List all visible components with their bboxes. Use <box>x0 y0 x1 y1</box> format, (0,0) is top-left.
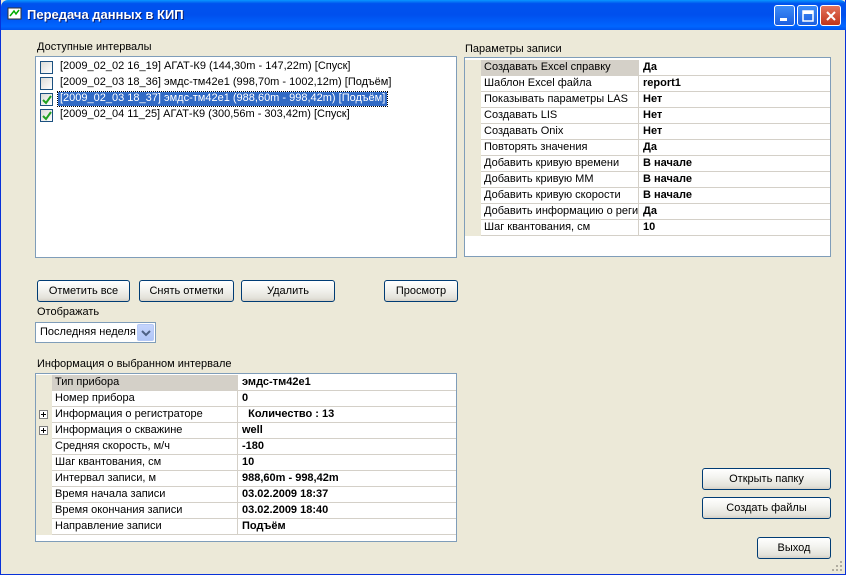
param-row[interactable]: Добавить информацию о реги Да <box>465 204 830 220</box>
info-row[interactable]: Шаг квантования, см 10 <box>36 455 456 471</box>
expand-icon[interactable] <box>39 426 48 435</box>
display-label: Отображать <box>37 306 100 318</box>
param-row[interactable]: Добавить кривую ММ В начале <box>465 172 830 188</box>
maximize-icon <box>802 10 814 22</box>
display-select[interactable]: Последняя неделя <box>35 322 156 343</box>
uncheck-button[interactable]: Снять отметки <box>139 280 234 302</box>
interval-checkbox[interactable] <box>40 61 53 74</box>
interval-item[interactable]: [2009_02_02 16_19] АГАТ-К9 (144,30m - 14… <box>37 59 455 75</box>
info-row[interactable]: Направление записи Подъём <box>36 519 456 535</box>
info-row[interactable]: Номер прибора 0 <box>36 391 456 407</box>
expand-icon[interactable] <box>39 410 48 419</box>
intervals-label: Доступные интервалы <box>37 41 152 53</box>
create-files-button[interactable]: Создать файлы <box>702 497 831 519</box>
record-params-label: Параметры записи <box>465 43 562 55</box>
param-row[interactable]: Создавать Onix Нет <box>465 124 830 140</box>
display-select-value: Последняя неделя <box>40 326 136 338</box>
info-row[interactable]: Средняя скорость, м/ч -180 <box>36 439 456 455</box>
interval-checkbox[interactable] <box>40 93 53 106</box>
dropdown-button[interactable] <box>137 324 154 341</box>
intervals-list[interactable]: [2009_02_02 16_19] АГАТ-К9 (144,30m - 14… <box>35 56 457 258</box>
interval-info-label: Информация о выбранном интервале <box>37 358 232 370</box>
close-icon <box>826 11 836 21</box>
interval-checkbox[interactable] <box>40 77 53 90</box>
info-row[interactable]: Информация о скважине well <box>36 423 456 439</box>
param-row[interactable]: Создавать LIS Нет <box>465 108 830 124</box>
interval-checkbox[interactable] <box>40 109 53 122</box>
info-row[interactable]: Тип прибора эмдс-тм42е1 <box>36 375 456 391</box>
param-row[interactable]: Создавать Excel справку Да <box>465 60 830 76</box>
checkmark-icon <box>42 95 52 105</box>
param-row[interactable]: Шаблон Excel файла report1 <box>465 76 830 92</box>
maximize-button[interactable] <box>797 5 818 26</box>
exit-button[interactable]: Выход <box>757 537 831 559</box>
minimize-button[interactable] <box>774 5 795 26</box>
interval-item[interactable]: [2009_02_04 11_25] АГАТ-К9 (300,56m - 30… <box>37 107 455 123</box>
info-row[interactable]: Интервал записи, м 988,60m - 998,42m <box>36 471 456 487</box>
title-bar[interactable]: Передача данных в КИП <box>1 0 846 30</box>
interval-item-selected[interactable]: [2009_02_03 18_37] эмдс-тм42е1 (988,60m … <box>37 91 455 107</box>
window-title: Передача данных в КИП <box>27 7 184 22</box>
minimize-icon <box>780 18 787 21</box>
param-row[interactable]: Добавить кривую времени В начале <box>465 156 830 172</box>
info-row[interactable]: Информация о регистраторе Количество : 1… <box>36 407 456 423</box>
info-row[interactable]: Время окончания записи 03.02.2009 18:40 <box>36 503 456 519</box>
param-row[interactable]: Повторять значения Да <box>465 140 830 156</box>
preview-button[interactable]: Просмотр <box>384 280 458 302</box>
record-params-grid[interactable]: Создавать Excel справку Да Шаблон Excel … <box>464 57 831 257</box>
param-row[interactable]: Показывать параметры LAS Нет <box>465 92 830 108</box>
delete-button[interactable]: Удалить <box>241 280 335 302</box>
param-row[interactable]: Шаг квантования, см 10 <box>465 220 830 236</box>
app-icon <box>7 7 22 20</box>
chevron-down-icon <box>141 330 151 337</box>
open-folder-button[interactable]: Открыть папку <box>702 468 831 490</box>
interval-item[interactable]: [2009_02_03 18_36] эмдс-тм42е1 (998,70m … <box>37 75 455 91</box>
info-row[interactable]: Время начала записи 03.02.2009 18:37 <box>36 487 456 503</box>
param-row[interactable]: Добавить кривую скорости В начале <box>465 188 830 204</box>
check-all-button[interactable]: Отметить все <box>37 280 130 302</box>
close-button[interactable] <box>820 5 841 26</box>
checkmark-icon <box>42 111 52 121</box>
interval-info-grid[interactable]: Тип прибора эмдс-тм42е1 Номер прибора 0 … <box>35 373 457 542</box>
main-window: Передача данных в КИП Доступные интервал… <box>0 0 846 575</box>
resize-grip-icon[interactable] <box>831 560 843 572</box>
